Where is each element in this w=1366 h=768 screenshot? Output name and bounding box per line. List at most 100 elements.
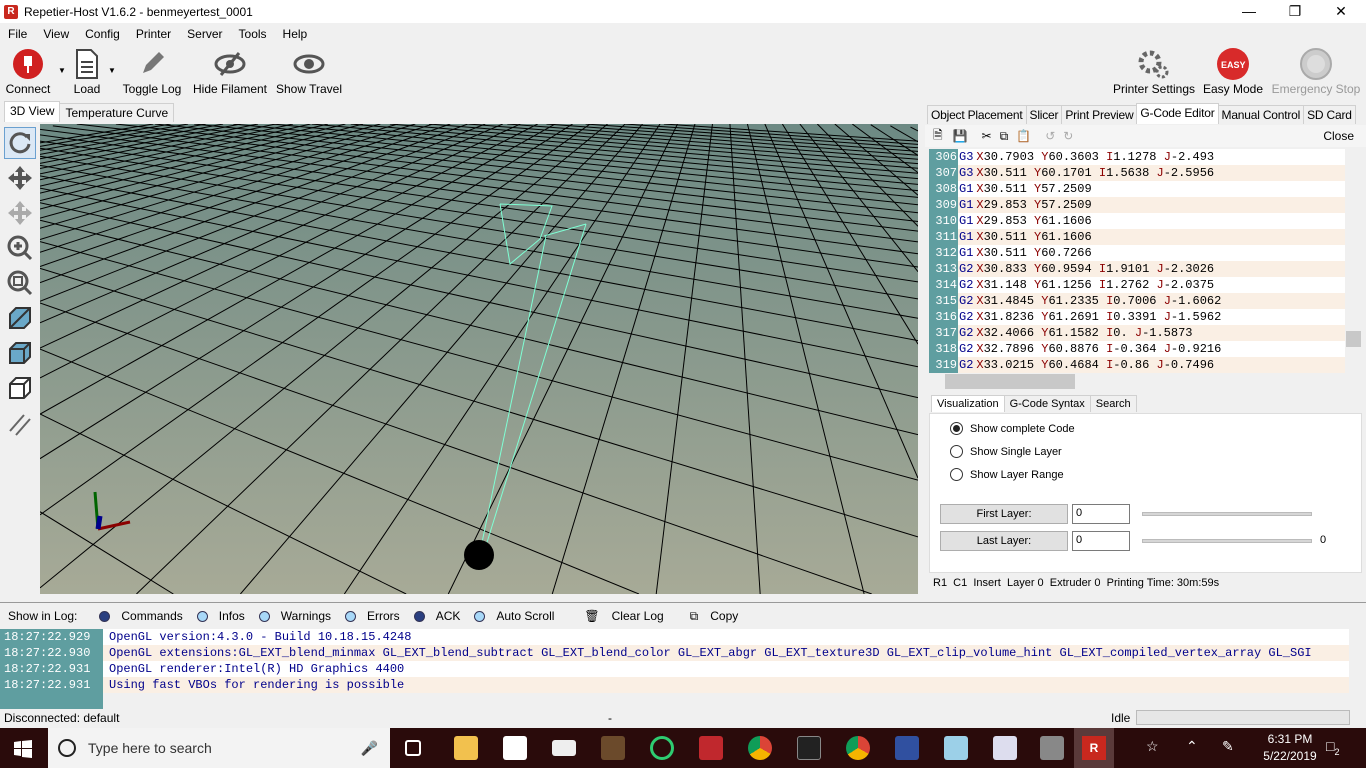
top-view-icon[interactable] <box>4 372 36 404</box>
chevron-up-icon[interactable]: ⌃ <box>1186 738 1198 755</box>
gcode-text-area[interactable]: 306 G3 X 30.7903 Y 60.3603 I 1.1278 J -2.493 3… <box>929 149 1345 373</box>
rotate-icon[interactable] <box>4 127 36 159</box>
clear-log-button[interactable]: 🗑 Clear Log <box>576 609 663 623</box>
last-layer-button[interactable]: Last Layer: <box>940 531 1068 551</box>
first-layer-slider[interactable] <box>1142 512 1312 516</box>
code-line[interactable]: 311 G1 X 30.511 Y 61.1606 <box>929 229 1345 245</box>
isometric-view-icon[interactable] <box>4 302 36 334</box>
app-icon-2[interactable] <box>944 736 968 760</box>
notification-icon[interactable]: □2 <box>1326 738 1339 757</box>
emergency-stop-button[interactable]: Emergency Stop <box>1270 46 1362 96</box>
3d-viewport[interactable] <box>40 124 918 594</box>
code-line[interactable]: 313 G2 X 30.833 Y 60.9594 I 1.9101 J -2.3026 <box>929 261 1345 277</box>
tab-3d-view[interactable]: 3D View <box>4 101 61 122</box>
tab-temperature-curve[interactable]: Temperature Curve <box>59 103 175 122</box>
code-line[interactable]: 314 G2 X 31.148 Y 61.1256 I 1.2762 J -2.0375 <box>929 277 1345 293</box>
log-scrollbar[interactable] <box>1349 629 1366 709</box>
first-layer-button[interactable]: First Layer: <box>940 504 1068 524</box>
menu-config[interactable]: Config <box>77 24 128 44</box>
maximize-button[interactable]: ❐ <box>1272 0 1318 23</box>
move-icon[interactable] <box>4 162 36 194</box>
code-line[interactable]: 307 G3 X 30.511 Y 60.1701 I 1.5638 J -2.5956 <box>929 165 1345 181</box>
show-travel-button[interactable]: Show Travel <box>274 46 344 96</box>
parallel-projection-icon[interactable] <box>4 407 36 439</box>
menu-tools[interactable]: Tools <box>231 24 275 44</box>
copy-icon[interactable]: ⧉ <box>1000 129 1009 144</box>
save-icon[interactable]: 💾 <box>953 129 968 143</box>
paste-icon[interactable]: 📋 <box>1016 129 1031 143</box>
people-icon[interactable]: ☆ <box>1146 738 1159 755</box>
close-button[interactable]: ✕ <box>1318 0 1364 23</box>
log-filter-errors[interactable]: Errors <box>345 609 400 623</box>
chrome-profile-icon[interactable] <box>846 736 870 760</box>
tab-object-placement[interactable]: Object Placement <box>927 105 1027 124</box>
tab-slicer[interactable]: Slicer <box>1025 105 1063 124</box>
last-layer-spinner[interactable]: 0 <box>1072 531 1130 551</box>
code-line[interactable]: 310 G1 X 29.853 Y 61.1606 <box>929 213 1345 229</box>
menu-help[interactable]: Help <box>275 24 316 44</box>
tab-visualization[interactable]: Visualization <box>931 395 1005 412</box>
easy-mode-button[interactable]: EASY Easy Mode <box>1202 46 1264 96</box>
code-line[interactable]: 312 G1 X 30.511 Y 60.7266 <box>929 245 1345 261</box>
connect-button[interactable]: Connect <box>4 46 52 96</box>
mail-icon[interactable] <box>552 740 576 756</box>
minimize-button[interactable]: — <box>1226 0 1272 23</box>
tab-search[interactable]: Search <box>1089 395 1137 412</box>
menu-server[interactable]: Server <box>179 24 230 44</box>
tab-sd-card[interactable]: SD Card <box>1303 105 1356 124</box>
code-line[interactable]: 306 G3 X 30.7903 Y 60.3603 I 1.1278 J -2.493 <box>929 149 1345 165</box>
code-horizontal-scrollbar[interactable] <box>929 373 1362 390</box>
first-layer-spinner[interactable]: 0 <box>1072 504 1130 524</box>
app-icon[interactable] <box>895 736 919 760</box>
windows-start-icon[interactable] <box>14 740 32 758</box>
microphone-icon[interactable]: 🎤 <box>361 740 378 757</box>
radio-show-complete-code[interactable]: Show complete Code <box>950 422 1075 435</box>
menu-view[interactable]: View <box>35 24 77 44</box>
tab-print-preview[interactable]: Print Preview <box>1061 105 1138 124</box>
move-object-icon[interactable] <box>4 197 36 229</box>
code-line[interactable]: 309 G1 X 29.853 Y 57.2509 <box>929 197 1345 213</box>
zoom-in-icon[interactable] <box>4 232 36 264</box>
log-filter-auto-scroll[interactable]: Auto Scroll <box>474 609 554 623</box>
close-editor-button[interactable]: Close <box>1323 129 1354 143</box>
app-icon-4[interactable] <box>1040 736 1064 760</box>
front-view-icon[interactable] <box>4 337 36 369</box>
taskbar-search[interactable]: Type here to search 🎤 <box>48 728 390 768</box>
radio-show-single-layer[interactable]: Show Single Layer <box>950 445 1062 458</box>
code-line[interactable]: 316 G2 X 31.8236 Y 61.2691 I 0.3391 J -1.5962 <box>929 309 1345 325</box>
load-button[interactable]: Load <box>70 46 104 96</box>
cut-icon[interactable]: ✂ <box>982 129 992 143</box>
code-line[interactable]: 317 G2 X 32.4066 Y 61.1582 I 0. J -1.5873 <box>929 325 1345 341</box>
code-line[interactable]: 318 G2 X 32.7896 Y 60.8876 I -0.364 J -0.9216 <box>929 341 1345 357</box>
undo-icon[interactable]: ↺ <box>1045 129 1055 143</box>
log-filter-warnings[interactable]: Warnings <box>258 609 331 623</box>
clock-time[interactable]: 6:31 PM <box>1258 732 1322 746</box>
zoom-fit-icon[interactable] <box>4 267 36 299</box>
printer-settings-button[interactable]: Printer Settings <box>1112 46 1196 96</box>
angular-icon[interactable] <box>699 736 723 760</box>
repetier-taskbar-button[interactable]: R <box>1074 728 1114 768</box>
app-icon-3[interactable] <box>993 736 1017 760</box>
load-dropdown-icon[interactable]: ▼ <box>108 66 116 75</box>
menu-printer[interactable]: Printer <box>128 24 179 44</box>
code-line[interactable]: 319 G2 X 33.0215 Y 60.4684 I -0.86 J -0.7496 <box>929 357 1345 373</box>
log-filter-infos[interactable]: Infos <box>196 609 245 623</box>
epic-games-icon[interactable] <box>797 736 821 760</box>
code-line[interactable]: 308 G1 X 30.511 Y 57.2509 <box>929 181 1345 197</box>
redo-icon[interactable]: ↻ <box>1063 129 1073 143</box>
chrome-icon[interactable] <box>748 736 772 760</box>
toggle-log-button[interactable]: Toggle Log <box>120 46 184 96</box>
pen-icon[interactable]: ✎ <box>1222 738 1234 755</box>
headset-app-icon[interactable] <box>650 736 674 760</box>
minecraft-icon[interactable] <box>601 736 625 760</box>
store-icon[interactable] <box>503 736 527 760</box>
new-file-icon[interactable]: 🗎 <box>933 126 943 147</box>
task-view-icon[interactable] <box>405 740 421 756</box>
code-vertical-scrollbar[interactable] <box>1345 149 1362 373</box>
connect-dropdown-icon[interactable]: ▼ <box>58 66 66 75</box>
tab-gcode-editor[interactable]: G-Code Editor <box>1136 103 1219 124</box>
clock-date[interactable]: 5/22/2019 <box>1258 749 1322 763</box>
tab-manual-control[interactable]: Manual Control <box>1217 105 1305 124</box>
file-explorer-icon[interactable] <box>454 736 478 760</box>
log-filter-ack[interactable]: ACK <box>413 609 460 623</box>
